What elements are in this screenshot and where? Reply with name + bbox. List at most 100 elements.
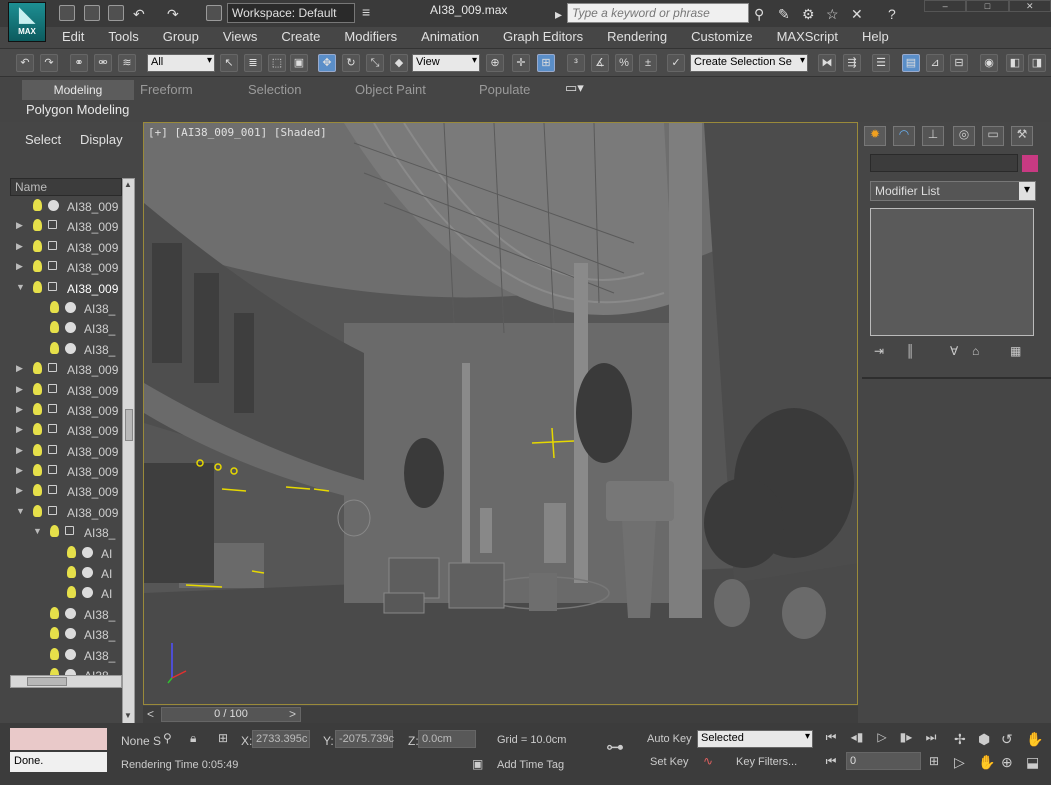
explorer-row[interactable]: ▶ AI38_009 [10,401,122,421]
maximize-viewport-icon[interactable]: ⬓ [1026,754,1039,771]
menu-modifiers[interactable]: Modifiers [332,27,409,47]
isolate-icon[interactable]: ⚲ [163,731,172,745]
light-bulb-icon[interactable] [33,484,42,497]
select-and-rotate-icon[interactable]: ↻ [342,54,360,72]
light-bulb-icon[interactable] [33,382,42,395]
viewport-label[interactable]: [+] [AI38_009_001] [Shaded] [148,126,327,139]
expand-arrow-icon[interactable]: ▶ [16,465,23,476]
explorer-row[interactable]: ▶ AI38_009 [10,238,122,258]
layer-manager-icon[interactable]: ☰ [872,54,890,72]
pin-stack-icon[interactable]: ⇥ [874,344,884,358]
prev-frame-icon[interactable]: ◂▮ [848,730,866,746]
menu-views[interactable]: Views [211,27,269,47]
key-mode-dropdown[interactable]: Selected [697,730,813,748]
time-configuration-icon[interactable]: ⊞ [929,754,939,768]
expand-arrow-icon[interactable]: ▶ [16,363,23,374]
select-and-place-icon[interactable]: ◆ [390,54,408,72]
object-color-swatch[interactable] [1022,155,1038,172]
redo-icon[interactable]: ↷ [167,6,179,23]
scroll-up-icon[interactable]: ▲ [124,180,132,189]
new-file-icon[interactable] [59,5,75,21]
modifier-list-dropdown[interactable]: Modifier List [870,181,1036,201]
key-filters-button[interactable]: Key Filters... [736,756,797,768]
material-editor-icon[interactable]: ◉ [980,54,998,72]
orbit-icon[interactable]: ↺ [1001,731,1013,748]
zoom-all-icon[interactable]: ⬢ [978,731,990,748]
project-folder-icon[interactable] [206,5,222,21]
scroll-down-icon[interactable]: ▼ [124,711,132,720]
link-icon[interactable]: ⚭ [70,54,88,72]
collapse-arrow-icon[interactable]: ▼ [16,506,25,516]
help-icon[interactable]: ? [888,6,896,22]
explorer-row[interactable]: ▼ AI38_ [10,523,122,543]
light-bulb-icon[interactable] [50,341,59,354]
expand-arrow-icon[interactable]: ▶ [16,424,23,435]
explorer-row[interactable]: AI38_ [10,625,122,645]
expand-arrow-icon[interactable]: ▶ [16,220,23,231]
light-bulb-icon[interactable] [50,606,59,619]
light-bulb-icon[interactable] [50,321,59,334]
render-setup-icon[interactable]: ◧ [1006,54,1024,72]
exchange-icon[interactable]: ✕ [851,6,863,23]
expand-arrow-icon[interactable]: ▶ [16,485,23,496]
pivot-center-icon[interactable]: ⊕ [486,54,504,72]
modifier-stack[interactable] [870,208,1034,336]
workspace-dropdown[interactable]: Workspace: Default [227,3,355,23]
light-bulb-icon[interactable] [33,260,42,273]
snaps-toggle-icon[interactable]: ³ [567,54,585,72]
menu-rendering[interactable]: Rendering [595,27,679,47]
zoom-icon[interactable]: ✢ [954,731,966,748]
menu-group[interactable]: Group [151,27,211,47]
set-key-mode-icon[interactable]: ⊶ [606,737,624,758]
polygon-modeling-panel[interactable]: Polygon Modeling [26,102,129,117]
display-tab-icon[interactable]: ▭ [982,126,1004,146]
mirror-icon[interactable]: ⧓ [818,54,836,72]
show-end-result-icon[interactable]: ║ [906,344,915,358]
explorer-row[interactable]: AI [10,584,122,604]
explorer-row[interactable]: AI38_ [10,319,122,339]
expand-arrow-icon[interactable]: ▶ [16,384,23,395]
time-tag-icon[interactable]: ▣ [472,757,483,771]
time-prev-button[interactable]: < [147,707,154,721]
maxscript-listener[interactable] [10,728,107,750]
tab-selection[interactable]: Selection [248,82,301,97]
open-file-icon[interactable] [84,5,100,21]
auto-key-button[interactable]: Auto Key [647,733,692,745]
tab-freeform[interactable]: Freeform [140,82,193,97]
explorer-row[interactable]: ▼ AI38_009 [10,503,122,523]
play-icon[interactable]: ▷ [873,730,891,746]
hierarchy-tab-icon[interactable]: ⊥ [922,126,944,146]
pan-view-icon[interactable]: ✋ [1026,731,1043,748]
subscription-icon[interactable]: ✎ [778,6,790,23]
light-bulb-icon[interactable] [33,402,42,415]
reference-coordinate-dropdown[interactable]: View [412,54,480,72]
render-production-icon[interactable]: ◨ [1028,54,1046,72]
light-bulb-icon[interactable] [33,504,42,517]
pan-hand-icon[interactable]: ✋ [978,754,995,771]
explorer-row[interactable]: ▶ AI38_009 [10,421,122,441]
field-of-view-icon[interactable]: ▷ [954,754,965,771]
light-bulb-icon[interactable] [67,545,76,558]
menu-edit[interactable]: Edit [50,27,96,47]
menu-tools[interactable]: Tools [96,27,150,47]
ribbon-options-icon[interactable]: ▭▾ [565,80,584,96]
scene-explorer-icon[interactable]: ▤ [902,54,920,72]
schematic-view-icon[interactable]: ⊟ [950,54,968,72]
close-icon[interactable]: ✕ [1008,0,1051,12]
light-bulb-icon[interactable] [50,627,59,640]
maximize-icon[interactable]: □ [966,0,1009,12]
menu-customize[interactable]: Customize [679,27,764,47]
explorer-row[interactable]: AI38_ [10,340,122,360]
key-curve-icon[interactable]: ∿ [703,754,713,768]
utilities-tab-icon[interactable]: ⚒ [1011,126,1033,146]
search-input[interactable]: Type a keyword or phrase [567,3,749,23]
light-bulb-icon[interactable] [33,219,42,232]
light-bulb-icon[interactable] [33,443,42,456]
select-and-scale-icon[interactable]: ⤡ [366,54,384,72]
light-bulb-icon[interactable] [67,566,76,579]
bind-spacewarp-icon[interactable]: ≋ [118,54,136,72]
current-frame-field[interactable]: 0 [846,752,921,770]
motion-tab-icon[interactable]: ◎ [953,126,975,146]
expand-arrow-icon[interactable]: ▶ [16,241,23,252]
explorer-row[interactable]: AI [10,544,122,564]
